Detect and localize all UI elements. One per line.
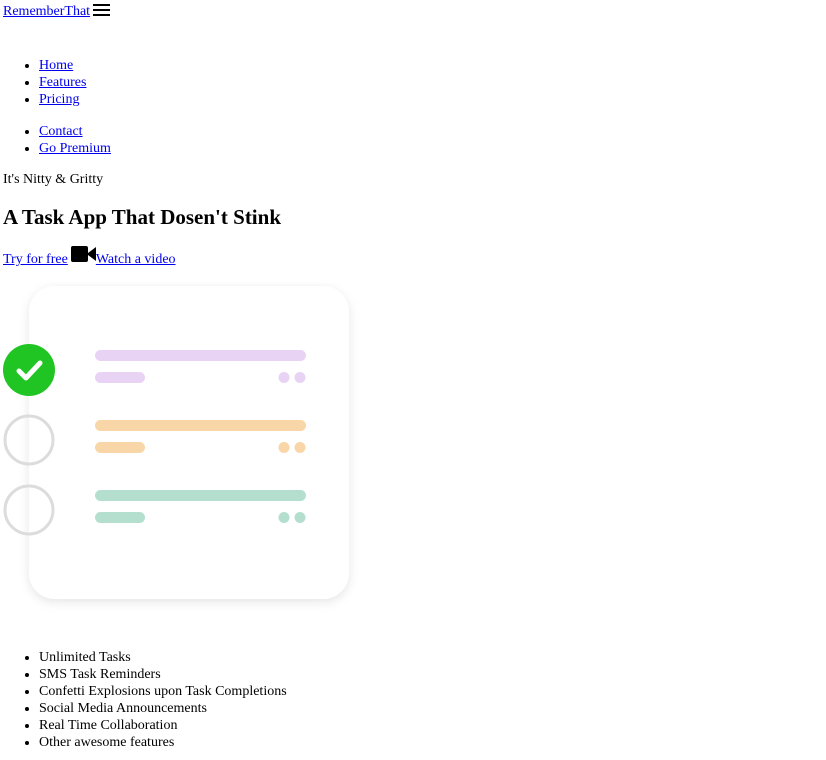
hero-cta-row: Try for free Watch a video (3, 245, 176, 268)
secondary-nav: Contact Go Premium (0, 123, 111, 157)
hamburger-menu-icon[interactable] (93, 4, 111, 16)
feature-item: SMS Task Reminders (39, 666, 287, 683)
nav-link-pricing[interactable]: Pricing (39, 92, 79, 107)
hero-tagline: It's Nitty & Gritty (3, 172, 104, 187)
nav-item-contact: Contact (39, 123, 111, 140)
feature-item: Real Time Collaboration (39, 717, 287, 734)
features-list: Unlimited Tasks SMS Task Reminders Confe… (0, 649, 287, 751)
nav-item-pricing: Pricing (39, 91, 86, 108)
nav-link-contact[interactable]: Contact (39, 124, 83, 139)
nav-link-go-premium[interactable]: Go Premium (39, 141, 111, 156)
hamburger-line (93, 4, 111, 6)
completed-check-icon (3, 344, 55, 396)
nav-item-features: Features (39, 74, 86, 91)
feature-item: Social Media Announcements (39, 700, 287, 717)
watch-video-link[interactable]: Watch a video (96, 251, 176, 268)
brand-row: RememberThat (3, 3, 111, 21)
main-nav: Home Features Pricing (0, 57, 86, 108)
nav-link-home[interactable]: Home (39, 58, 73, 73)
try-for-free-link[interactable]: Try for free (3, 251, 68, 268)
feature-item: Other awesome features (39, 734, 287, 751)
video-camera-icon[interactable] (70, 245, 96, 263)
brand-logo-link[interactable]: RememberThat (3, 3, 90, 21)
feature-item: Unlimited Tasks (39, 649, 287, 666)
hero-headline: A Task App That Dosen't Stink (3, 205, 282, 229)
nav-link-features[interactable]: Features (39, 75, 86, 90)
hamburger-line (93, 9, 111, 11)
hamburger-line (93, 14, 111, 16)
task-list-illustration (3, 286, 349, 599)
nav-item-go-premium: Go Premium (39, 140, 111, 157)
nav-item-home: Home (39, 57, 86, 74)
feature-item: Confetti Explosions upon Task Completion… (39, 683, 287, 700)
